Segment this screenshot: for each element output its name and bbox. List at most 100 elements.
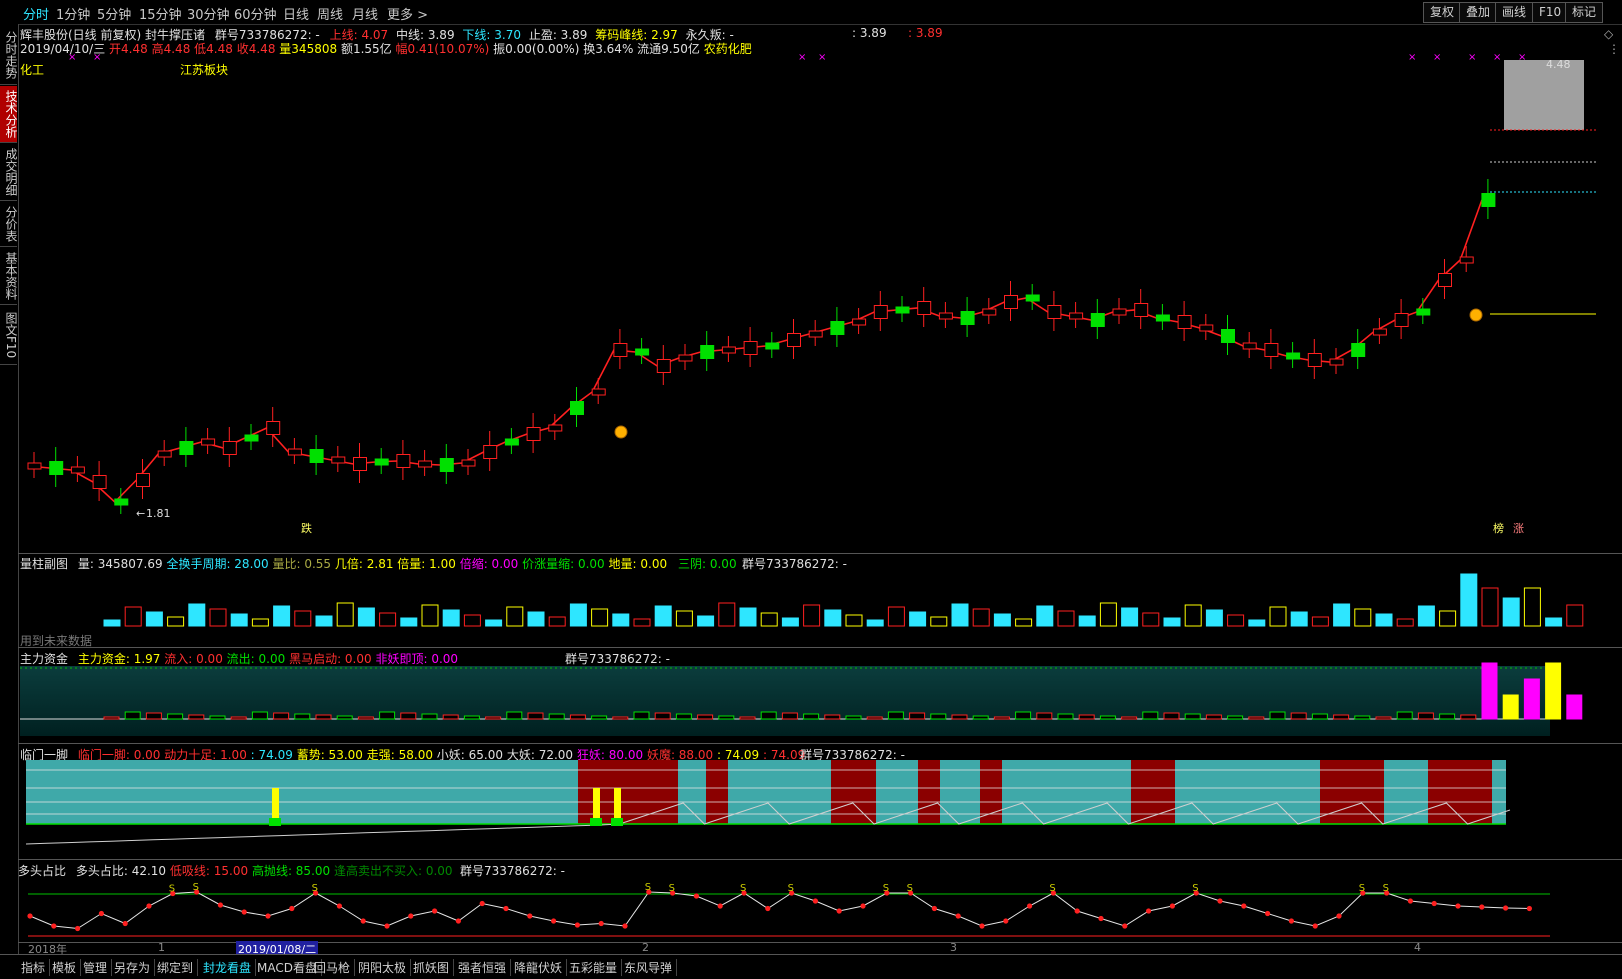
fall-tag: 跌: [301, 521, 312, 535]
signal-circle-icon: [1469, 308, 1483, 322]
tab-30min[interactable]: 30分钟: [187, 4, 230, 23]
draw-line-button[interactable]: 画线: [1495, 2, 1534, 23]
volume-bar: [824, 609, 842, 627]
volume-bar: [1036, 605, 1054, 627]
candle-body: [830, 321, 845, 335]
sell-signal-icon: S: [883, 883, 889, 894]
candle-body: [27, 462, 42, 470]
signal-circle-icon: [614, 425, 628, 439]
fund-bar: [972, 715, 989, 720]
sell-signal-icon: S: [193, 882, 199, 893]
x-marker-icon: ×: [1468, 52, 1476, 63]
tab-dongfeng[interactable]: 东风导弹: [624, 959, 678, 976]
volume-bar: [866, 619, 884, 627]
volume-bar: [209, 608, 227, 627]
volume-bar: [1354, 608, 1372, 627]
candle-body: [1025, 294, 1040, 302]
fund-bar: [1502, 694, 1519, 720]
tab-manage[interactable]: 管理: [83, 959, 113, 976]
bull-dot: [1027, 903, 1033, 909]
fund-bar: [124, 711, 141, 720]
tab-trade-details[interactable]: 成交明细: [0, 144, 18, 201]
kick-chart[interactable]: [18, 758, 1622, 858]
fund-chart[interactable]: [18, 662, 1622, 744]
volume-bar: [909, 611, 927, 627]
tab-indicator[interactable]: 指标: [21, 959, 51, 976]
fund-bar: [145, 712, 162, 720]
tab-intraday-trend[interactable]: 分时走势: [0, 26, 18, 85]
volume-bar: [972, 608, 990, 627]
tab-intraday[interactable]: 分时: [23, 4, 49, 23]
mark-button[interactable]: 标记: [1565, 2, 1604, 23]
tab-5min[interactable]: 5分钟: [97, 4, 131, 23]
tab-1min[interactable]: 1分钟: [56, 4, 90, 23]
kick-red-band: [1320, 760, 1384, 824]
tab-xiangyao[interactable]: 降龍伏妖: [514, 959, 568, 976]
fund-bar: [421, 713, 438, 720]
candle-body: [1177, 315, 1192, 329]
candle-body: [1329, 358, 1344, 366]
candle-body: [700, 345, 715, 359]
tab-technical-analysis[interactable]: 技术分析: [0, 86, 18, 143]
candle-body: [982, 308, 997, 316]
tab-basic-info[interactable]: 基本资料: [0, 248, 18, 305]
tab-bind-to[interactable]: 绑定到: [157, 959, 199, 976]
kline-chart[interactable]: × × × × × × × × × 4.48 1.81 ← 跌 榜 涨: [18, 50, 1622, 555]
candle-body: [49, 461, 64, 475]
tab-price-table[interactable]: 分价表: [0, 202, 18, 247]
f10-button[interactable]: F10: [1532, 2, 1569, 23]
volume-bar: [188, 603, 206, 627]
bull-dot: [75, 925, 81, 932]
sell-signal-icon: S: [645, 882, 651, 893]
tab-weekly[interactable]: 周线: [317, 4, 343, 23]
tab-daily[interactable]: 日线: [283, 4, 309, 23]
sell-signal-icon: S: [1192, 883, 1198, 894]
tab-save-as[interactable]: 另存为: [114, 959, 156, 976]
bull-chart[interactable]: SSSSSSSSSSSSS: [18, 872, 1622, 940]
tab-60min[interactable]: 60分钟: [234, 4, 277, 23]
fund-bar: [1227, 715, 1244, 720]
candle-body: [179, 441, 194, 455]
top-toolbar: 分时 1分钟 5分钟 15分钟 30分钟 60分钟 日线 周线 月线 更多 > …: [0, 0, 1622, 25]
fund-bar: [379, 711, 396, 720]
fund-bar: [781, 712, 798, 720]
bull-dot: [1479, 904, 1485, 910]
bull-dot: [551, 918, 557, 924]
diamond-icon[interactable]: ◇: [1604, 27, 1613, 41]
tab-fenglong[interactable]: 封龙看盘: [203, 959, 257, 976]
candle-body: [309, 449, 324, 463]
tab-f10[interactable]: 图文F10: [0, 306, 18, 365]
tab-15min[interactable]: 15分钟: [139, 4, 182, 23]
candle-body: [570, 401, 584, 415]
restore-right-button[interactable]: 复权: [1423, 2, 1462, 23]
candle-body: [70, 466, 85, 474]
bull-dot: [598, 920, 604, 927]
tab-wucai[interactable]: 五彩能量: [569, 959, 623, 976]
kick-bg: [26, 760, 1506, 824]
sell-signal-icon: S: [169, 884, 175, 895]
tab-monthly[interactable]: 月线: [352, 4, 378, 23]
volume-bar: [1333, 603, 1351, 627]
tab-template[interactable]: 模板: [52, 959, 82, 976]
fund-bar: [1439, 713, 1456, 720]
volume-bar: [803, 604, 821, 627]
volume-bar: [633, 618, 651, 627]
overlay-button[interactable]: 叠加: [1459, 2, 1498, 23]
bull-dot: [574, 922, 581, 928]
volume-chart[interactable]: [18, 568, 1622, 646]
bull-dot: [1146, 908, 1152, 914]
tab-strong[interactable]: 强者恒强: [458, 959, 512, 976]
fund-bar: [1566, 694, 1583, 720]
tab-taiji[interactable]: 阴阳太极: [358, 959, 412, 976]
tab-more[interactable]: 更多 >: [387, 4, 428, 23]
candle-body: [136, 473, 150, 487]
candle-body: [331, 456, 346, 464]
candle-body: [157, 450, 172, 458]
bull-dot: [1265, 910, 1271, 917]
volume-bar: [1311, 616, 1329, 627]
tab-huimaqiang[interactable]: 回马枪: [314, 959, 356, 976]
separator: [18, 859, 1622, 860]
tab-macd[interactable]: MACD看盘: [257, 959, 322, 976]
volume-bar: [697, 615, 715, 627]
tab-zhuayao[interactable]: 抓妖图: [413, 959, 455, 976]
